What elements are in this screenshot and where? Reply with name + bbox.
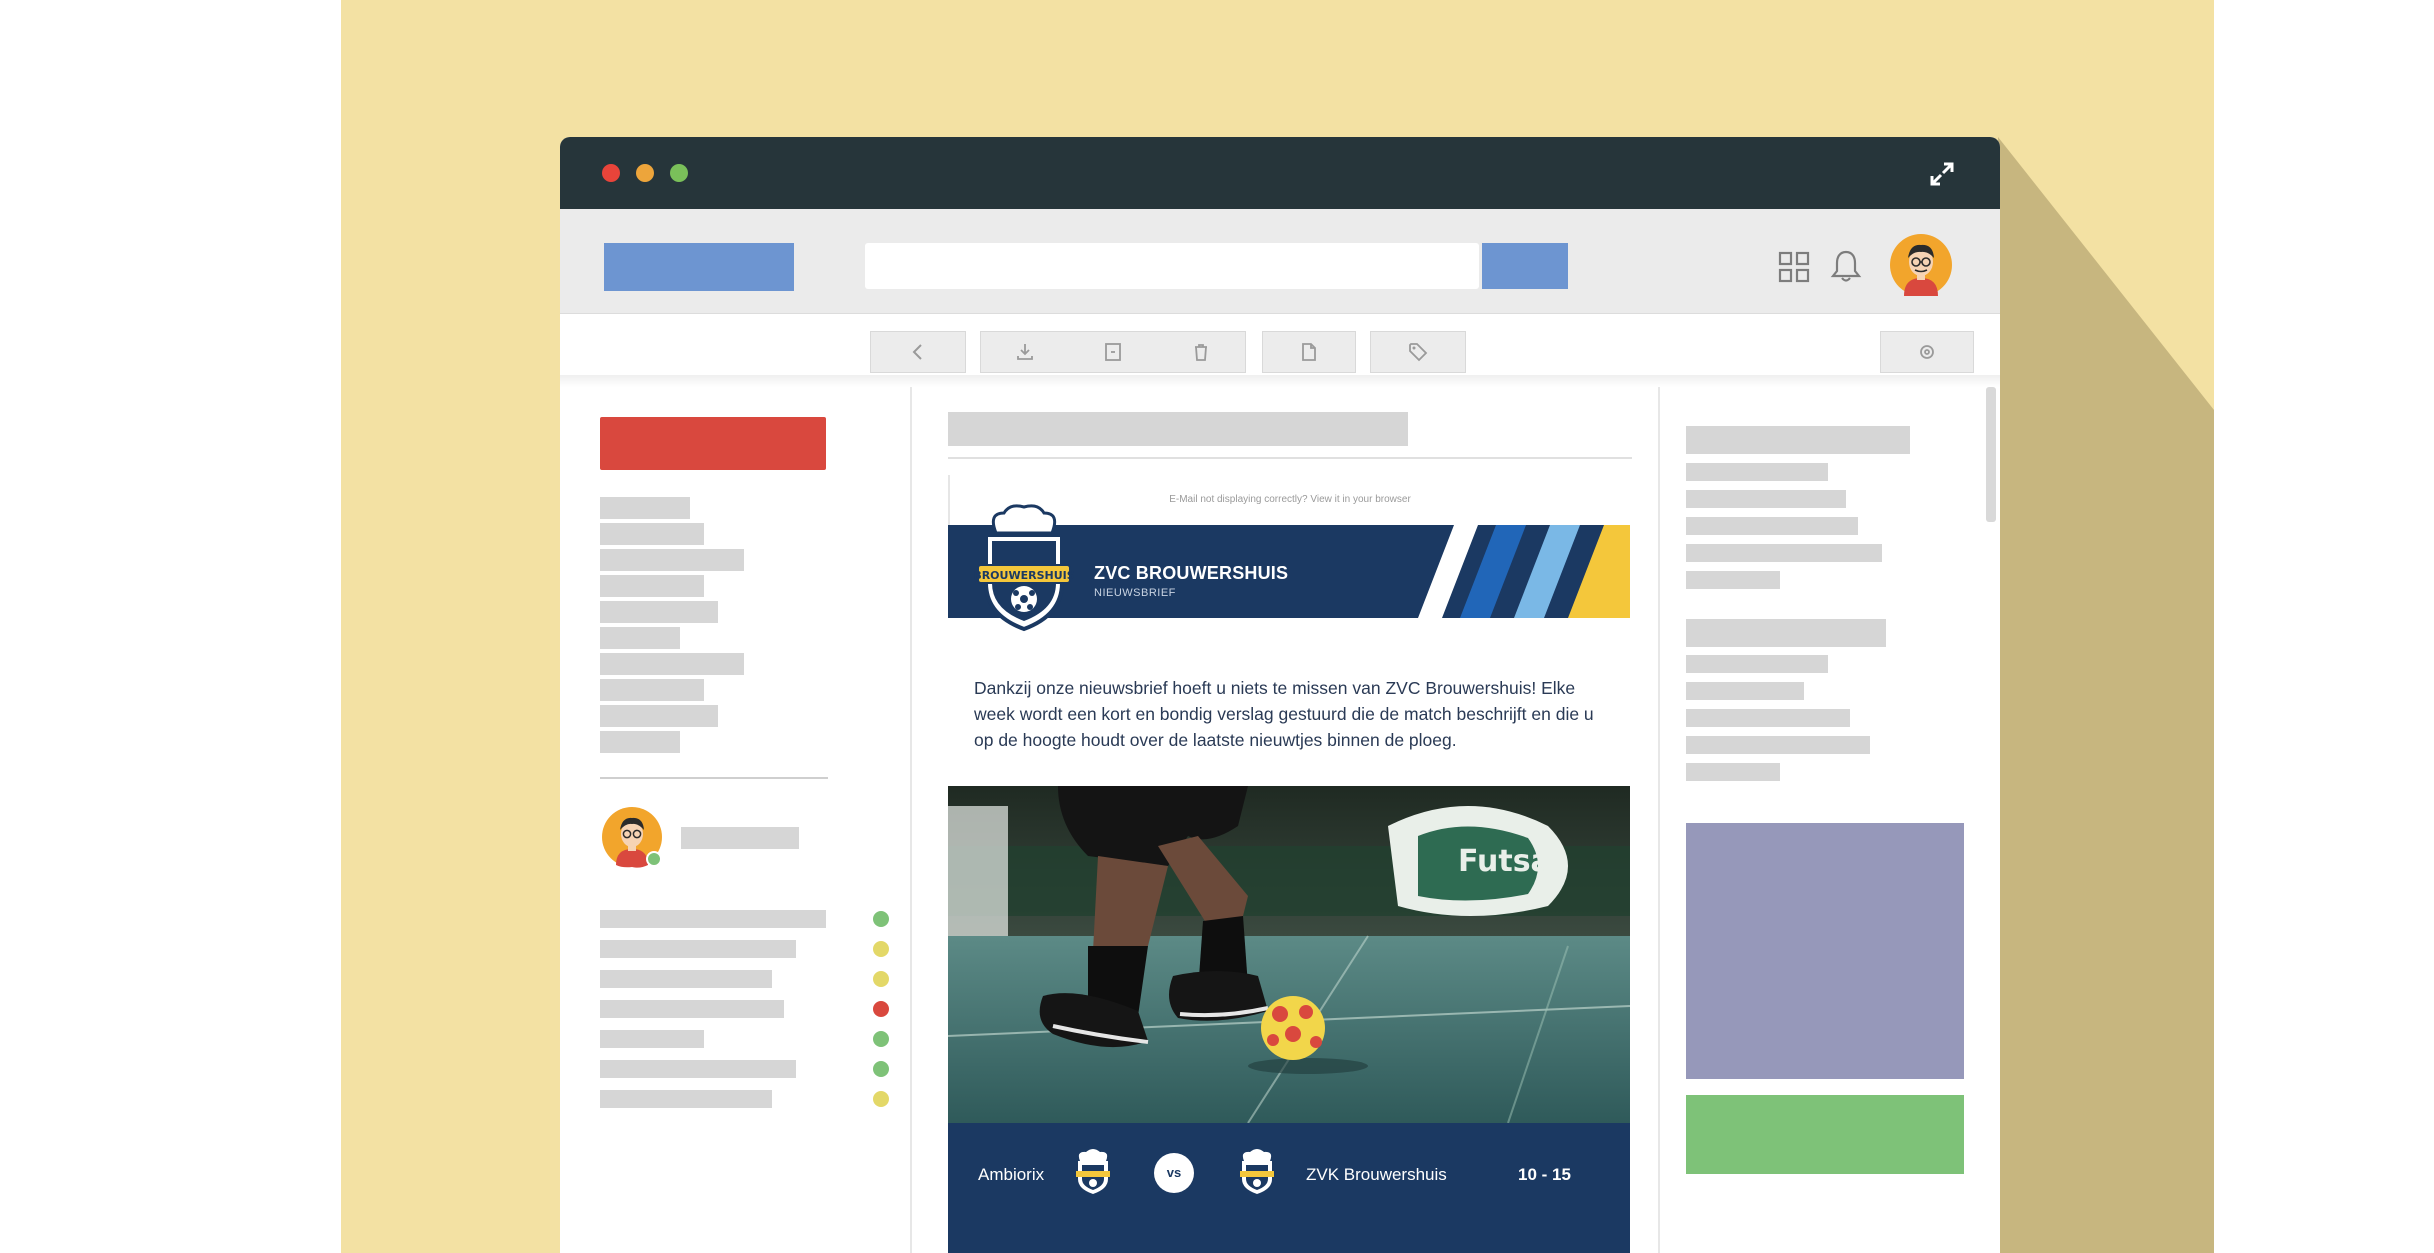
- right-panel-item[interactable]: [1686, 682, 1804, 700]
- back-button[interactable]: [870, 331, 966, 373]
- status-dot-online: [873, 911, 889, 927]
- right-panel-item[interactable]: [1686, 709, 1850, 727]
- settings-icon: [1920, 345, 1934, 359]
- bell-icon[interactable]: [1830, 249, 1862, 283]
- right-panel-heading: [1686, 619, 1886, 647]
- folder-item[interactable]: [600, 497, 690, 519]
- settings-button[interactable]: [1880, 331, 1974, 373]
- email-subject-placeholder: [948, 412, 1408, 446]
- search-input[interactable]: [865, 243, 1479, 289]
- folder-item[interactable]: [600, 679, 704, 701]
- ad-banner-secondary[interactable]: [1686, 1095, 1964, 1174]
- folder-item[interactable]: [600, 731, 680, 753]
- folder-item[interactable]: [600, 653, 744, 675]
- folder-item[interactable]: [600, 549, 744, 571]
- sidebar-divider: [600, 777, 828, 779]
- pane-divider: [1658, 387, 1660, 1253]
- apps-grid-icon[interactable]: [1778, 251, 1810, 283]
- contact-avatar[interactable]: [602, 807, 666, 871]
- folder-item[interactable]: [600, 627, 680, 649]
- futsal-player-image: Futsal: [948, 786, 1630, 1123]
- action-group: [980, 331, 1246, 373]
- document-button[interactable]: [1262, 331, 1356, 373]
- contact-item[interactable]: [600, 1060, 796, 1078]
- mail-toolbar: [560, 314, 2000, 384]
- contact-item[interactable]: [600, 1090, 772, 1108]
- contact-name: [681, 827, 799, 849]
- contact-item[interactable]: [600, 1000, 784, 1018]
- compose-button[interactable]: [600, 417, 826, 470]
- status-dot-away: [873, 1091, 889, 1107]
- search-button[interactable]: [1482, 243, 1568, 289]
- tag-icon: [1409, 343, 1428, 362]
- left-sidebar: [560, 387, 910, 1253]
- status-dot-away: [873, 971, 889, 987]
- right-panel-item[interactable]: [1686, 463, 1828, 481]
- status-dot-online: [873, 1031, 889, 1047]
- folder-item[interactable]: [600, 523, 704, 545]
- away-team-logo: [1240, 1149, 1274, 1194]
- right-panel-item[interactable]: [1686, 571, 1780, 589]
- browser-window: E-Mail not displaying correctly? View it…: [560, 137, 2000, 1253]
- close-dot[interactable]: [602, 164, 620, 182]
- match-result-bar: Ambiorix vs ZVK Brouwershuis 10 - 15: [948, 1123, 1630, 1253]
- scrollbar[interactable]: [1986, 387, 1996, 522]
- right-panel-heading: [1686, 426, 1910, 454]
- home-team-logo: [1076, 1149, 1110, 1194]
- toolbar-separator: [560, 375, 2000, 387]
- app-logo[interactable]: [604, 243, 794, 291]
- folder-item[interactable]: [600, 705, 718, 727]
- right-panel-item[interactable]: [1686, 736, 1870, 754]
- contact-item[interactable]: [600, 1030, 704, 1048]
- avatar[interactable]: [1890, 234, 1952, 296]
- match-score: 10 - 15: [1518, 1165, 1571, 1184]
- header-stripes: [1418, 525, 1630, 618]
- home-team-name: Ambiorix: [978, 1165, 1045, 1184]
- club-logo: BROUWERSHUIS: [974, 504, 1074, 632]
- title-bar: [560, 137, 2000, 209]
- right-panel-item[interactable]: [1686, 490, 1846, 508]
- pane-divider: [910, 387, 912, 1253]
- svg-text:BROUWERSHUIS: BROUWERSHUIS: [974, 569, 1074, 582]
- status-dot-away: [873, 941, 889, 957]
- vs-badge: vs: [1154, 1153, 1194, 1193]
- back-icon: [912, 344, 922, 360]
- right-panel-item[interactable]: [1686, 763, 1780, 781]
- match-photo: Futsal: [948, 786, 1630, 1123]
- away-team-name: ZVK Brouwershuis: [1306, 1165, 1447, 1184]
- download-icon[interactable]: [1014, 341, 1036, 363]
- photo-banner-text: Futsal: [1458, 844, 1561, 879]
- trash-icon[interactable]: [1190, 341, 1212, 363]
- club-name: ZVC BROUWERSHUIS: [1094, 563, 1289, 583]
- folder-item[interactable]: [600, 601, 718, 623]
- minimize-dot[interactable]: [636, 164, 654, 182]
- contact-item[interactable]: [600, 910, 826, 928]
- document-icon: [1302, 343, 1316, 361]
- club-subtitle: NIEUWSBRIEF: [1094, 587, 1176, 599]
- newsletter-intro: Dankzij onze nieuwsbrief hoeft u niets t…: [974, 678, 1594, 750]
- top-bar: [560, 209, 2000, 314]
- folder-item[interactable]: [600, 575, 704, 597]
- tag-button[interactable]: [1370, 331, 1466, 373]
- ad-banner[interactable]: [1686, 823, 1964, 1079]
- email-header-rule: [948, 457, 1632, 459]
- status-dot-busy: [873, 1001, 889, 1017]
- contact-item[interactable]: [600, 970, 772, 988]
- expand-icon[interactable]: [1928, 160, 1956, 188]
- email-body: E-Mail not displaying correctly? View it…: [948, 475, 1630, 1253]
- status-dot-online: [873, 1061, 889, 1077]
- right-panel-item[interactable]: [1686, 517, 1858, 535]
- contact-item[interactable]: [600, 940, 796, 958]
- archive-icon[interactable]: [1102, 341, 1124, 363]
- right-panel-item[interactable]: [1686, 655, 1828, 673]
- maximize-dot[interactable]: [670, 164, 688, 182]
- right-panel-item[interactable]: [1686, 544, 1882, 562]
